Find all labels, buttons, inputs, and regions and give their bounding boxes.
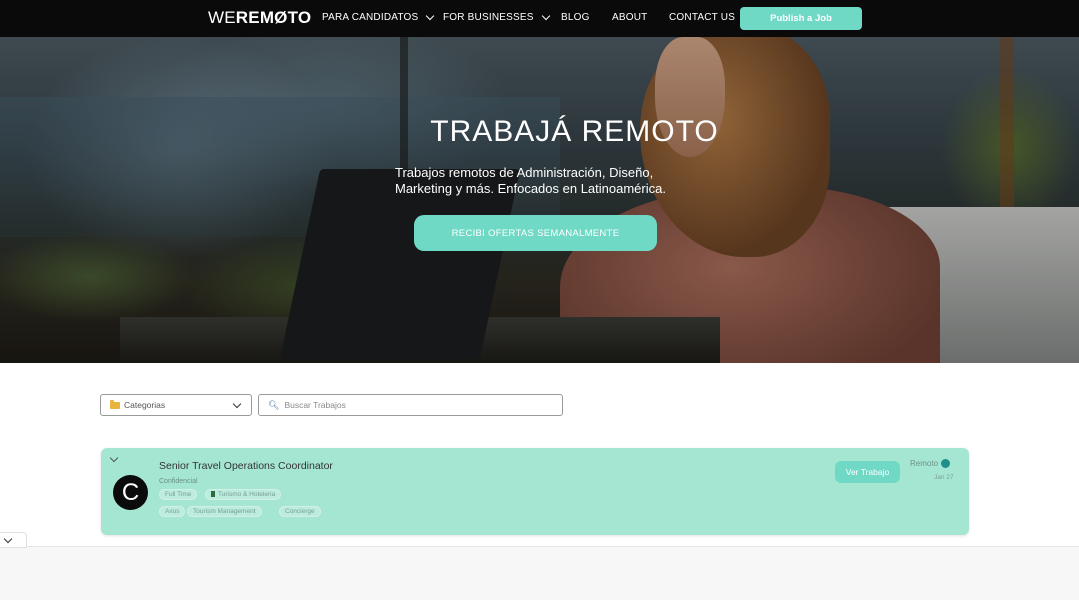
search-placeholder: Buscar Trabajos [284,400,346,410]
chevron-down-icon [541,11,550,21]
chevron-down-icon [232,399,242,409]
nav-blog[interactable]: BLOG [561,11,590,25]
chevron-down-icon [426,11,435,21]
logo-rest: REMØTO [235,8,312,27]
building-icon [211,491,215,497]
top-navbar: WEREMØTO PARA CANDIDATOS FOR BUSINESSES … [0,0,1079,37]
company-logo: C [113,475,148,510]
chevron-down-icon [3,534,13,544]
nav-about-label: ABOUT [612,12,648,23]
hero-subtitle: Trabajos remotos de Administración, Dise… [395,165,695,197]
nav-para-candidatos[interactable]: PARA CANDIDATOS [322,11,435,25]
hero-overlay [0,37,1079,363]
nav-blog-label: BLOG [561,12,590,23]
page: WEREMØTO PARA CANDIDATOS FOR BUSINESSES … [0,0,1079,600]
search-jobs-input[interactable]: 🔍︎ Buscar Trabajos [258,394,563,416]
job-category-tag: Turismo & Hoteleria [205,489,282,500]
job-location: Remoto [910,459,951,468]
job-type-tag: Full Time [159,489,198,500]
nav-contact-us[interactable]: CONTACT US [669,11,735,25]
nav-for-businesses[interactable]: FOR BUSINESSES [443,11,550,25]
job-card[interactable]: C Senior Travel Operations Coordinator C… [101,448,969,535]
hero-subtitle-line1: Trabajos remotos de Administración, Dise… [395,165,654,180]
category-select-label: Categorias [124,400,166,410]
job-category-label: Turismo & Hoteleria [218,491,276,498]
skill-tag: Tourism Management [187,506,262,517]
company-name: Confidencial [159,478,198,485]
job-location-label: Remoto [910,459,939,468]
nav-contact-us-label: CONTACT US [669,12,736,23]
bottom-bar [0,546,1079,600]
subscribe-weekly-button[interactable]: RECIBI OFERTAS SEMANALMENTE [414,215,657,251]
logo-prefix: WE [208,8,236,27]
job-date: Jan 27 [934,474,954,481]
view-job-button[interactable]: Ver Trabajo [835,461,900,483]
publish-job-button[interactable]: Publish a Job [740,7,862,30]
hero-subtitle-line2: Marketing y más. Enfocados en Latinoamér… [395,181,666,196]
hero-section: TRABAJÁ REMOTO Trabajos remotos de Admin… [0,37,1079,363]
category-select[interactable]: Categorias [100,394,252,416]
collapse-toggle[interactable] [0,532,27,548]
job-title[interactable]: Senior Travel Operations Coordinator [159,460,333,472]
nav-para-candidatos-label: PARA CANDIDATOS [322,12,419,23]
nav-about[interactable]: ABOUT [612,11,647,25]
search-icon: 🔍︎ [268,399,280,410]
folder-icon [110,399,120,409]
skill-tag: Axus [159,506,186,517]
hero-title: TRABAJÁ REMOTO [430,115,719,148]
nav-for-businesses-label: FOR BUSINESSES [443,12,534,23]
weremoto-logo[interactable]: WEREMØTO [208,8,311,28]
globe-icon [941,459,951,468]
chevron-down-icon[interactable] [109,453,119,463]
skill-tag: Concierge [279,506,321,517]
